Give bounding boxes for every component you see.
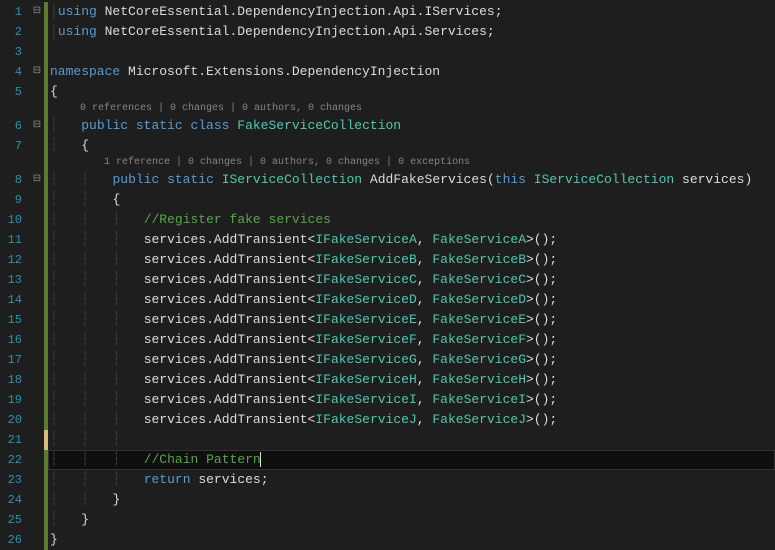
fold-toggle [30,82,44,102]
code-line[interactable]: ┆ ┆ ┆ services.AddTransient<IFakeService… [48,410,775,430]
line-number: 13 [4,270,22,290]
code-line[interactable]: ┆ ┆ } [48,490,775,510]
fold-toggle [30,42,44,62]
fold-toggle [30,390,44,410]
line-number: 14 [4,290,22,310]
code-line[interactable]: │using NetCoreEssential.DependencyInject… [48,2,775,22]
line-number: 17 [4,350,22,370]
line-number: 1 [4,2,22,22]
code-line[interactable]: ┆ ┆ ┆ services.AddTransient<IFakeService… [48,350,775,370]
fold-toggle [30,350,44,370]
fold-toggle [30,270,44,290]
fold-toggle [30,530,44,550]
fold-column[interactable]: ⊟ ⊟ ⊟ ⊟ [30,0,44,521]
codelens[interactable]: 0 references | 0 changes | 0 authors, 0 … [48,102,775,116]
line-number: 23 [4,470,22,490]
code-line[interactable]: namespace Microsoft.Extensions.Dependenc… [48,62,775,82]
code-line-current[interactable]: ┆ ┆ ┆ //Chain Pattern [48,450,775,470]
code-editor[interactable]: 1234567891011121314151617181920212223242… [0,0,775,521]
fold-toggle [30,310,44,330]
code-line[interactable]: ┆ { [48,136,775,156]
text-caret [260,452,261,467]
line-number: 3 [4,42,22,62]
line-number [4,156,22,170]
fold-toggle [30,330,44,350]
fold-toggle [30,22,44,42]
code-line[interactable] [48,42,775,62]
codelens[interactable]: 1 reference | 0 changes | 0 authors, 0 c… [48,156,775,170]
code-line[interactable]: } [48,530,775,550]
code-line[interactable]: { [48,82,775,102]
code-line[interactable]: ┆ public static class FakeServiceCollect… [48,116,775,136]
line-number: 2 [4,22,22,42]
line-number: 25 [4,510,22,530]
code-line[interactable]: ┆ ┆ ┆ return services; [48,470,775,490]
fold-toggle [30,430,44,450]
fold-toggle[interactable]: ⊟ [30,116,44,136]
line-number: 19 [4,390,22,410]
fold-toggle [30,250,44,270]
line-number-gutter: 1234567891011121314151617181920212223242… [0,0,30,521]
line-number: 15 [4,310,22,330]
code-line[interactable]: ┆ ┆ ┆ services.AddTransient<IFakeService… [48,230,775,250]
code-line[interactable]: ┆ ┆ { [48,190,775,210]
code-line[interactable]: ┆ ┆ ┆ //Register fake services [48,210,775,230]
fold-toggle [30,136,44,156]
fold-toggle [30,230,44,250]
fold-toggle [30,490,44,510]
fold-toggle[interactable]: ⊟ [30,62,44,82]
line-number: 7 [4,136,22,156]
line-number: 11 [4,230,22,250]
line-number: 10 [4,210,22,230]
line-number: 24 [4,490,22,510]
fold-toggle [30,470,44,490]
line-number: 9 [4,190,22,210]
fold-toggle [30,210,44,230]
code-line[interactable]: ┆ ┆ ┆ services.AddTransient<IFakeService… [48,250,775,270]
code-area[interactable]: │using NetCoreEssential.DependencyInject… [48,0,775,521]
code-line[interactable]: ┆ } [48,510,775,530]
code-line[interactable]: │using NetCoreEssential.DependencyInject… [48,22,775,42]
line-number [4,102,22,116]
fold-toggle [30,190,44,210]
code-line[interactable]: ┆ ┆ ┆ services.AddTransient<IFakeService… [48,330,775,350]
fold-toggle [30,510,44,530]
line-number: 16 [4,330,22,350]
line-number: 5 [4,82,22,102]
fold-toggle [30,410,44,430]
fold-toggle [30,450,44,470]
line-number: 26 [4,530,22,550]
fold-toggle[interactable]: ⊟ [30,170,44,190]
code-line[interactable]: ┆ ┆ ┆ services.AddTransient<IFakeService… [48,390,775,410]
line-number: 22 [4,450,22,470]
line-number: 6 [4,116,22,136]
line-number: 21 [4,430,22,450]
code-line[interactable]: ┆ ┆ ┆ [48,430,775,450]
fold-toggle [30,102,44,116]
fold-toggle[interactable]: ⊟ [30,2,44,22]
line-number: 4 [4,62,22,82]
code-line[interactable]: ┆ ┆ ┆ services.AddTransient<IFakeService… [48,310,775,330]
line-number: 20 [4,410,22,430]
line-number: 18 [4,370,22,390]
code-line[interactable]: ┆ ┆ ┆ services.AddTransient<IFakeService… [48,270,775,290]
code-line[interactable]: ┆ ┆ ┆ services.AddTransient<IFakeService… [48,290,775,310]
fold-toggle [30,156,44,170]
code-line[interactable]: ┆ ┆ public static IServiceCollection Add… [48,170,775,190]
code-line[interactable]: ┆ ┆ ┆ services.AddTransient<IFakeService… [48,370,775,390]
fold-toggle [30,290,44,310]
fold-toggle [30,370,44,390]
line-number: 12 [4,250,22,270]
line-number: 8 [4,170,22,190]
